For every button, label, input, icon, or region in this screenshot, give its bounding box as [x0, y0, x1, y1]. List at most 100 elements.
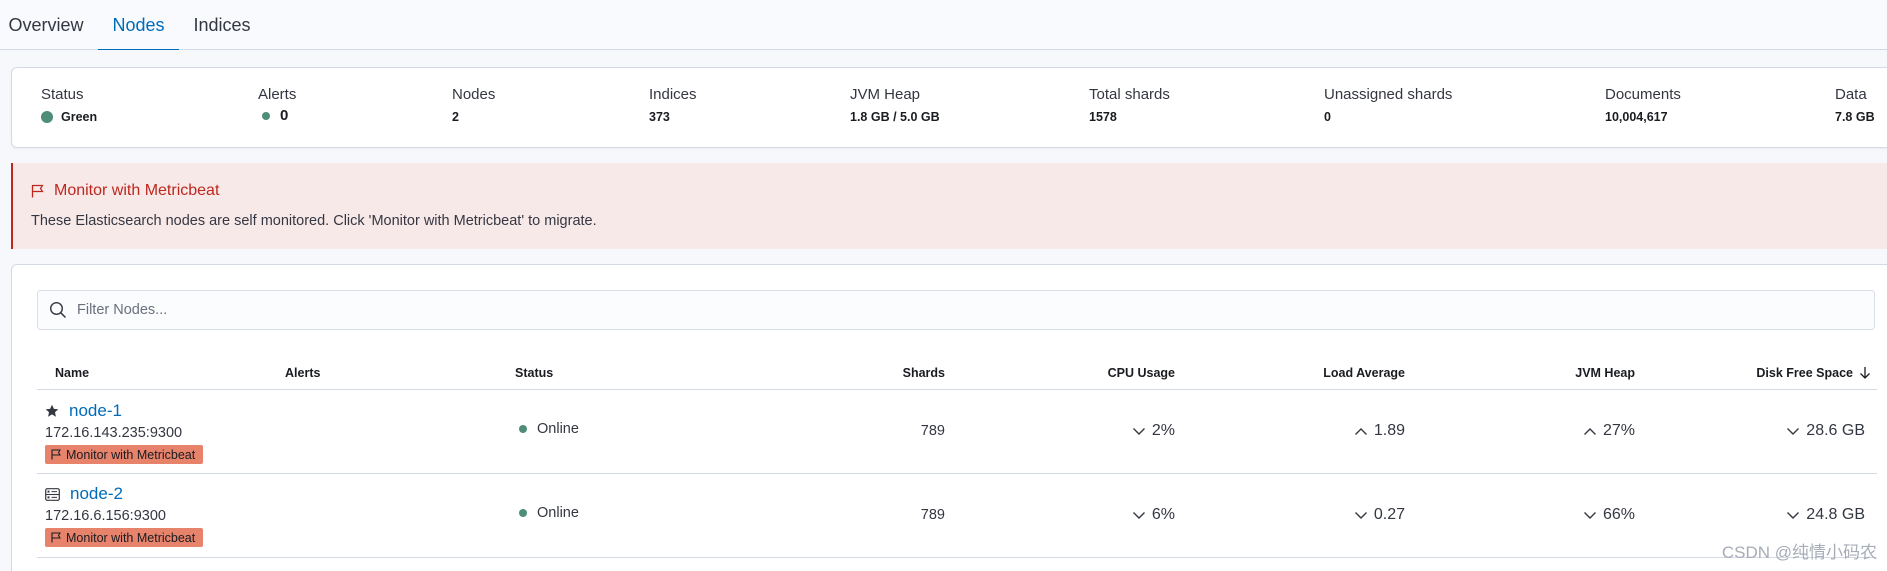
column-header-jvm-heap[interactable]: JVM Heap [1427, 355, 1635, 390]
online-status-dot [519, 425, 527, 433]
summary-unassigned-shards-value: 0 [1324, 110, 1331, 124]
chevron-down-icon [1787, 427, 1800, 435]
online-status-dot [519, 509, 527, 517]
load-average-value: 1.89 [1373, 422, 1405, 439]
cluster-summary: Status Green Alerts 0 Nodes 2 Indices 37… [11, 67, 1887, 148]
chevron-down-icon [1583, 511, 1596, 519]
summary-documents: Documents 10,004,617 [1605, 86, 1681, 124]
column-header-shards[interactable]: Shards [737, 355, 945, 390]
tab-nodes[interactable]: Nodes [98, 0, 179, 51]
summary-total-shards-label: Total shards [1089, 86, 1170, 103]
summary-indices-label: Indices [649, 86, 697, 103]
summary-indices-value: 373 [649, 110, 670, 124]
chevron-down-icon [1132, 511, 1145, 519]
watermark: CSDN @纯情小码农 [1721, 543, 1877, 562]
summary-status-value: Green [61, 110, 98, 124]
node-load-average: 0.27 [1197, 506, 1405, 524]
chevron-up-icon [1583, 427, 1596, 435]
summary-nodes-value: 2 [452, 110, 459, 124]
column-header-load-average[interactable]: Load Average [1197, 355, 1405, 390]
node-address: 172.16.143.235:9300 [45, 425, 183, 441]
cpu-usage-value: 2% [1151, 422, 1175, 439]
column-header-alerts[interactable]: Alerts [285, 355, 320, 390]
node-disk-free-space: 28.6 GB [1657, 422, 1865, 440]
summary-data: Data 7.8 GB [1835, 86, 1875, 124]
disk-free-space-value: 24.8 GB [1806, 506, 1865, 523]
flag-icon [51, 532, 61, 543]
tab-overview[interactable]: Overview [0, 0, 92, 50]
tab-bar: Overview Nodes Indices [0, 0, 1887, 51]
monitor-metricbeat-badge[interactable]: Monitor with Metricbeat [45, 445, 204, 464]
summary-nodes: Nodes 2 [452, 86, 495, 124]
summary-total-shards-value: 1578 [1089, 110, 1117, 124]
summary-data-value: 7.8 GB [1835, 110, 1875, 124]
node-status-label: Online [537, 505, 579, 521]
disk-free-space-value: 28.6 GB [1806, 422, 1865, 439]
flag-icon [51, 449, 61, 460]
summary-documents-value: 10,004,617 [1605, 110, 1668, 124]
node-jvm-heap: 66% [1427, 506, 1635, 524]
summary-nodes-label: Nodes [452, 86, 496, 103]
filter-nodes-input[interactable] [77, 302, 1777, 318]
jvm-heap-value: 66% [1602, 506, 1635, 523]
status-green-dot [41, 111, 53, 123]
tab-indices[interactable]: Indices [186, 0, 258, 50]
node-load-average: 1.89 [1197, 422, 1405, 440]
node-address: 172.16.6.156:9300 [45, 508, 166, 524]
node-shards: 789 [920, 507, 945, 523]
node-jvm-heap: 27% [1427, 422, 1635, 440]
server-icon [45, 487, 60, 501]
star-icon [45, 404, 59, 417]
filter-nodes-search[interactable] [37, 290, 1875, 330]
chevron-down-icon [1354, 511, 1367, 519]
badge-label: Monitor with Metricbeat [66, 447, 196, 462]
table-header: Name Alerts Status Shards CPU Usage Load… [37, 355, 1877, 390]
node-disk-free-space: 24.8 GB [1657, 506, 1865, 524]
column-header-cpu-usage[interactable]: CPU Usage [967, 355, 1175, 390]
summary-jvm-heap: JVM Heap 1.8 GB / 5.0 GB [850, 86, 940, 124]
summary-status-label: Status [41, 86, 84, 103]
chevron-up-icon [1354, 427, 1367, 435]
node-cpu-usage: 2% [967, 422, 1175, 440]
nodes-table-panel: Name Alerts Status Shards CPU Usage Load… [11, 264, 1887, 571]
alerts-status-dot [262, 111, 270, 120]
node-cpu-usage: 6% [967, 506, 1175, 524]
summary-unassigned-shards-label: Unassigned shards [1324, 86, 1453, 103]
summary-jvm-heap-label: JVM Heap [850, 86, 921, 103]
sort-descending-icon [1860, 367, 1870, 379]
load-average-value: 0.27 [1373, 506, 1405, 523]
summary-alerts-value: 0 [280, 107, 289, 124]
table-row: node-1 172.16.143.235:9300 Monitor with … [37, 391, 1877, 474]
column-header-name[interactable]: Name [55, 355, 89, 390]
node-status: Online [519, 421, 579, 437]
summary-total-shards: Total shards 1578 [1089, 86, 1170, 124]
disk-free-space-header-label: Disk Free Space [1756, 365, 1853, 380]
summary-alerts-label: Alerts [258, 86, 297, 103]
flag-icon [31, 184, 44, 198]
search-icon [49, 301, 67, 319]
summary-documents-label: Documents [1605, 86, 1681, 103]
column-header-disk-free-space[interactable]: Disk Free Space [1657, 355, 1877, 390]
chevron-down-icon [1787, 511, 1800, 519]
node-shards: 789 [920, 423, 945, 439]
cpu-usage-value: 6% [1151, 506, 1175, 523]
node-status-label: Online [537, 421, 579, 437]
badge-label: Monitor with Metricbeat [66, 530, 196, 545]
node-link[interactable]: node-1 [69, 401, 122, 421]
callout-text: These Elasticsearch nodes are self monit… [31, 213, 597, 229]
chevron-down-icon [1132, 427, 1145, 435]
summary-alerts: Alerts 0 [258, 86, 296, 124]
table-row: node-2 172.16.6.156:9300 Monitor with Me… [37, 475, 1877, 558]
summary-status: Status Green [41, 86, 97, 124]
node-link[interactable]: node-2 [70, 484, 123, 504]
monitor-metricbeat-badge[interactable]: Monitor with Metricbeat [45, 528, 204, 547]
summary-jvm-heap-value: 1.8 GB / 5.0 GB [850, 110, 940, 124]
column-header-status[interactable]: Status [515, 355, 553, 390]
summary-unassigned-shards: Unassigned shards 0 [1324, 86, 1452, 124]
metricbeat-callout: Monitor with Metricbeat These Elasticsea… [11, 163, 1887, 249]
node-status: Online [519, 505, 579, 521]
summary-indices: Indices 373 [649, 86, 697, 124]
callout-title: Monitor with Metricbeat [54, 182, 220, 199]
summary-data-label: Data [1835, 86, 1867, 103]
jvm-heap-value: 27% [1602, 422, 1635, 439]
